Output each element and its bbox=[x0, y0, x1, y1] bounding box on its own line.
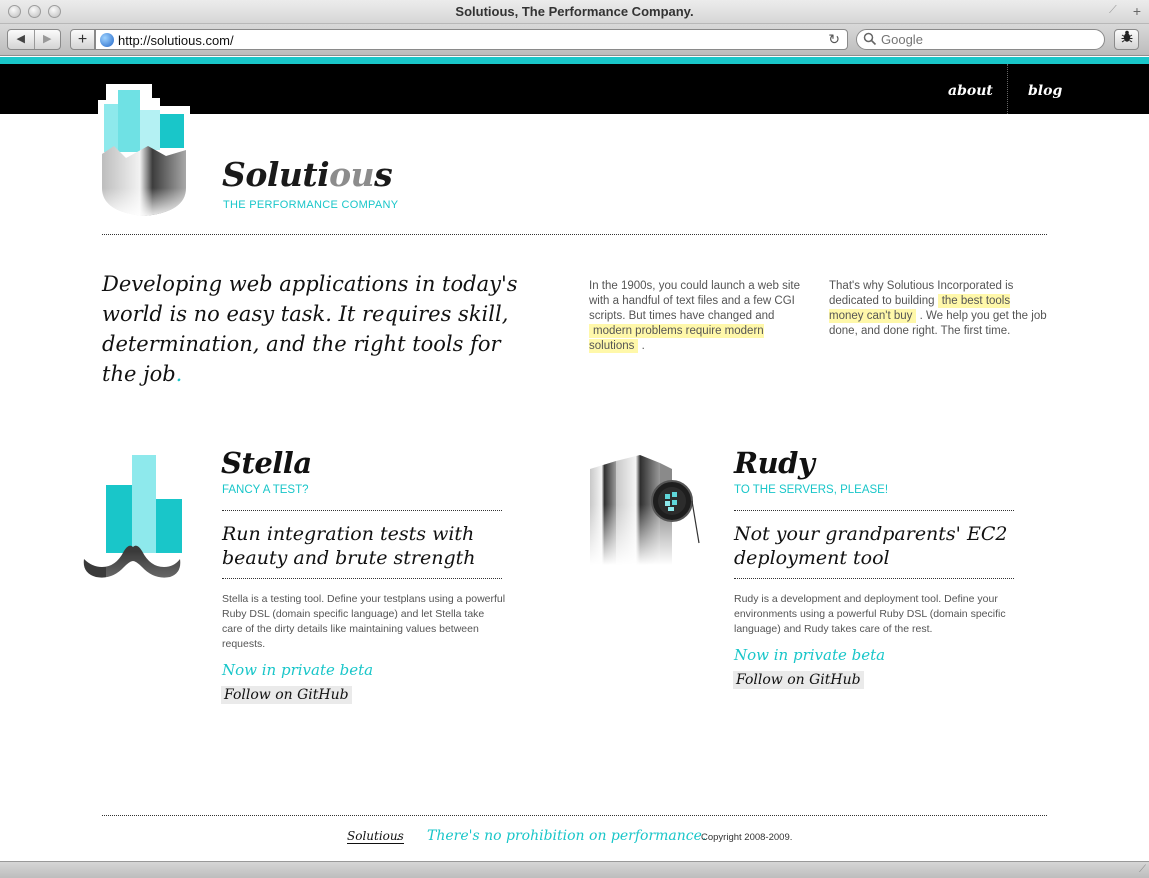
stella-subtitle: FANCY A TEST? bbox=[222, 484, 309, 496]
rudy-divider-bottom bbox=[734, 578, 1014, 579]
footer-brand-dot: . bbox=[396, 829, 400, 843]
rudy-logo-icon bbox=[588, 455, 704, 565]
rudy-headline: Not your grandparents' EC2 deployment to… bbox=[734, 523, 1008, 569]
site-globe-icon bbox=[100, 33, 114, 47]
reload-icon[interactable]: ↻ bbox=[828, 31, 840, 48]
intro-column-history: In the 1900s, you could launch a web sit… bbox=[589, 280, 800, 353]
add-bookmark-button[interactable]: + bbox=[70, 29, 95, 50]
rudy-beta-link[interactable]: Now in private beta bbox=[734, 646, 885, 664]
footer-slogan: There's no prohibition on performance. bbox=[427, 828, 707, 844]
intro-heading: Developing web applications in today's w… bbox=[102, 272, 518, 386]
solutious-logo[interactable] bbox=[96, 84, 194, 216]
forward-button[interactable]: ▶ bbox=[33, 30, 61, 49]
stella-title: Stella bbox=[221, 446, 312, 480]
accent-stripe bbox=[0, 57, 1149, 64]
rudy-title: Rudy bbox=[734, 446, 815, 480]
url-field[interactable]: http://solutious.com/ bbox=[118, 33, 234, 48]
search-bar[interactable] bbox=[856, 29, 1105, 50]
window-title: Solutious, The Performance Company. bbox=[455, 4, 694, 19]
stella-divider-top bbox=[222, 510, 502, 511]
nav-divider bbox=[1007, 64, 1008, 114]
rudy-divider-top bbox=[734, 510, 1014, 511]
nav-about-link[interactable]: about bbox=[948, 83, 993, 99]
intro-column-mission: That's why Solutious Incorporated is ded… bbox=[829, 280, 1047, 337]
rudy-github-link[interactable]: Follow on GitHub bbox=[733, 671, 864, 689]
brand-wordmark: Solutious bbox=[222, 155, 393, 194]
toolbar-toggle-button[interactable]: + bbox=[1129, 3, 1145, 19]
nav-blog-link[interactable]: blog bbox=[1028, 83, 1062, 99]
search-icon bbox=[863, 32, 877, 49]
stella-divider-bottom bbox=[222, 578, 502, 579]
stella-description: Stella is a testing tool. Define your te… bbox=[222, 593, 506, 650]
history-buttons: ◀ ▶ bbox=[7, 29, 61, 50]
stella-github-link[interactable]: Follow on GitHub bbox=[221, 686, 352, 704]
search-input[interactable] bbox=[881, 31, 1096, 48]
rudy-description: Rudy is a development and deployment too… bbox=[734, 593, 1006, 635]
stella-logo-icon bbox=[83, 455, 182, 581]
header-divider bbox=[102, 234, 1047, 235]
window-titlebar: Solutious, The Performance Company. ⟋ + bbox=[0, 0, 1149, 24]
browser-status-bar: ⟋ bbox=[0, 861, 1149, 878]
rudy-subtitle: TO THE SERVERS, PLEASE! bbox=[734, 484, 889, 496]
bug-report-button[interactable] bbox=[1114, 29, 1139, 50]
address-bar[interactable]: http://solutious.com/ ↻ bbox=[95, 29, 848, 50]
highlight-modern-problems: modern problems require modern solutions bbox=[589, 324, 764, 353]
resize-grip-icon[interactable]: ⟋ bbox=[1139, 864, 1146, 875]
stella-beta-link[interactable]: Now in private beta bbox=[222, 661, 373, 679]
toolbar-grip-icon: ⟋ bbox=[1109, 4, 1117, 16]
stella-headline: Run integration tests with beauty and br… bbox=[222, 523, 476, 569]
back-button[interactable]: ◀ bbox=[8, 30, 34, 49]
bug-icon bbox=[1121, 30, 1132, 43]
browser-toolbar: ◀ ▶ + http://solutious.com/ ↻ bbox=[0, 24, 1149, 56]
footer-copyright: Copyright 2008-2009. bbox=[701, 832, 793, 843]
brand-tagline: THE PERFORMANCE COMPANY bbox=[223, 199, 399, 211]
footer-divider bbox=[102, 815, 1047, 816]
